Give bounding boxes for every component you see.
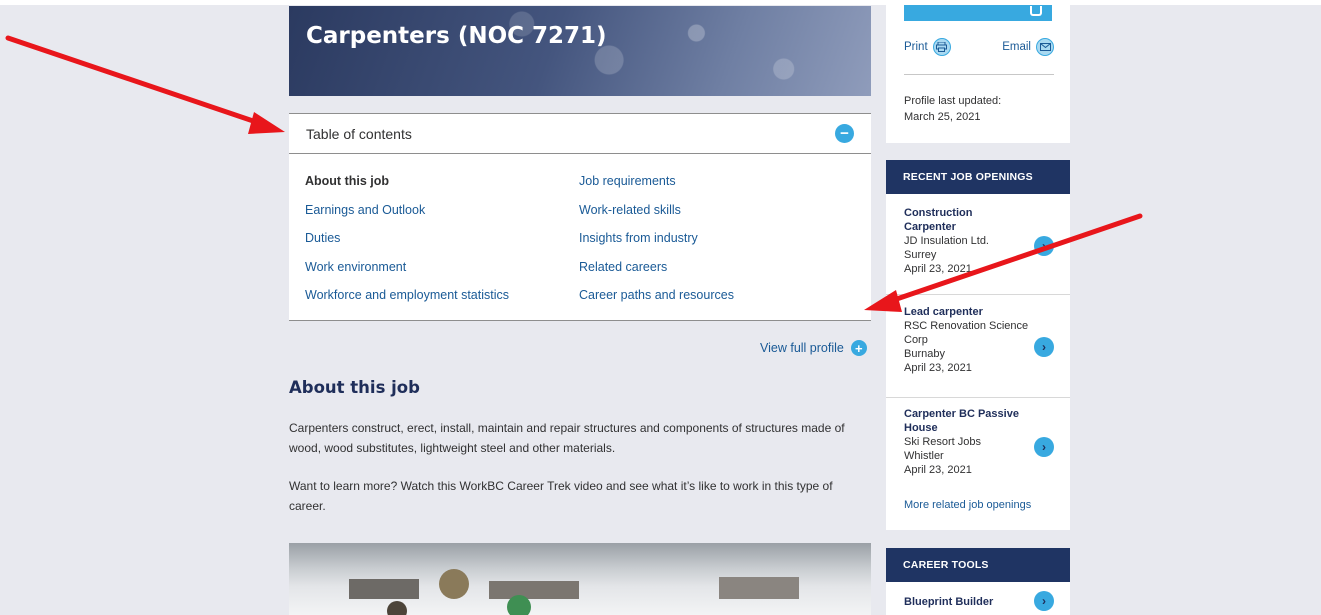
video-scene-person	[439, 569, 469, 599]
video-scene-house	[719, 577, 799, 599]
toc-link-work-skills[interactable]: Work-related skills	[579, 203, 734, 232]
divider	[886, 397, 1070, 398]
job-title[interactable]: Lead carpenter	[904, 305, 1054, 319]
profile-updated-label: Profile last updated:	[904, 95, 1002, 107]
job-employer: RSC Renovation Science Corp	[904, 320, 1029, 346]
hero-banner: Carpenters (NOC 7271)	[289, 6, 871, 96]
tool-title[interactable]: Blueprint Builder	[904, 595, 1054, 609]
save-profile-button[interactable]	[904, 5, 1052, 21]
video-scene-person	[507, 595, 531, 615]
job-title[interactable]: Construction Carpenter	[904, 206, 1004, 234]
toc-column-left: About this job Earnings and Outlook Duti…	[305, 174, 509, 317]
job-date: April 23, 2021	[904, 362, 972, 374]
job-date: April 23, 2021	[904, 464, 972, 476]
toc-link-work-environment[interactable]: Work environment	[305, 260, 509, 289]
chevron-right-icon[interactable]: ›	[1034, 437, 1054, 457]
divider	[886, 294, 1070, 295]
job-date: April 23, 2021	[904, 263, 972, 275]
toc-link-related-careers[interactable]: Related careers	[579, 260, 734, 289]
toc-link-earnings[interactable]: Earnings and Outlook	[305, 203, 509, 232]
divider	[904, 74, 1054, 75]
print-icon	[932, 38, 951, 56]
job-location: Burnaby	[904, 348, 945, 360]
email-label: Email	[1002, 41, 1031, 53]
toc-title: Table of contents	[306, 125, 412, 142]
video-scene-house	[349, 579, 419, 599]
table-of-contents: Table of contents − About this job Earni…	[289, 113, 871, 321]
tool-listing[interactable]: Blueprint Builder ›	[904, 591, 1054, 611]
recent-jobs-header: RECENT JOB OPENINGS	[886, 160, 1070, 194]
chevron-right-icon[interactable]: ›	[1034, 236, 1054, 256]
job-location: Surrey	[904, 249, 937, 261]
view-full-profile-label: View full profile	[760, 341, 844, 355]
job-location: Whistler	[904, 450, 944, 462]
more-job-openings-link[interactable]: More related job openings	[904, 499, 1031, 511]
email-icon	[1036, 38, 1054, 56]
chevron-right-icon[interactable]: ›	[1034, 337, 1054, 357]
job-employer: Ski Resort Jobs	[904, 436, 982, 448]
minus-icon[interactable]: −	[835, 124, 854, 143]
career-tools-header: CAREER TOOLS	[886, 548, 1070, 582]
toc-link-about[interactable]: About this job	[305, 174, 509, 203]
career-trek-video[interactable]	[289, 543, 871, 615]
job-title[interactable]: Carpenter BC Passive House	[904, 407, 1032, 435]
email-link[interactable]: Email	[1002, 38, 1054, 56]
video-scene-house	[489, 581, 579, 599]
save-icon	[1030, 6, 1042, 16]
print-link[interactable]: Print	[904, 38, 951, 56]
print-email-row: Print Email	[904, 38, 1054, 56]
plus-icon[interactable]: +	[850, 340, 867, 356]
job-listing[interactable]: Lead carpenter RSC Renovation Science Co…	[904, 305, 1054, 375]
job-listing[interactable]: Carpenter BC Passive House Ski Resort Jo…	[904, 407, 1054, 477]
toc-link-duties[interactable]: Duties	[305, 231, 509, 260]
toc-column-right: Job requirements Work-related skills Ins…	[579, 174, 734, 317]
video-scene-person	[387, 601, 407, 615]
view-full-profile-link[interactable]: View full profile +	[760, 340, 867, 356]
toc-link-insights[interactable]: Insights from industry	[579, 231, 734, 260]
profile-updated: Profile last updated: March 25, 2021	[904, 93, 1001, 125]
job-listing[interactable]: Construction Carpenter JD Insulation Ltd…	[904, 206, 1054, 276]
chevron-right-icon[interactable]: ›	[1034, 591, 1054, 611]
toc-link-workforce[interactable]: Workforce and employment statistics	[305, 288, 509, 317]
toc-link-job-requirements[interactable]: Job requirements	[579, 174, 734, 203]
toc-header[interactable]: Table of contents −	[289, 114, 871, 154]
about-paragraph: Carpenters construct, erect, install, ma…	[289, 421, 845, 455]
print-label: Print	[904, 41, 928, 53]
page-title: Carpenters (NOC 7271)	[306, 23, 607, 49]
video-intro-paragraph: Want to learn more? Watch this WorkBC Ca…	[289, 479, 833, 513]
job-employer: JD Insulation Ltd.	[904, 235, 989, 247]
profile-updated-date: March 25, 2021	[904, 111, 981, 123]
about-heading: About this job	[289, 378, 420, 397]
toc-link-career-paths[interactable]: Career paths and resources	[579, 288, 734, 317]
